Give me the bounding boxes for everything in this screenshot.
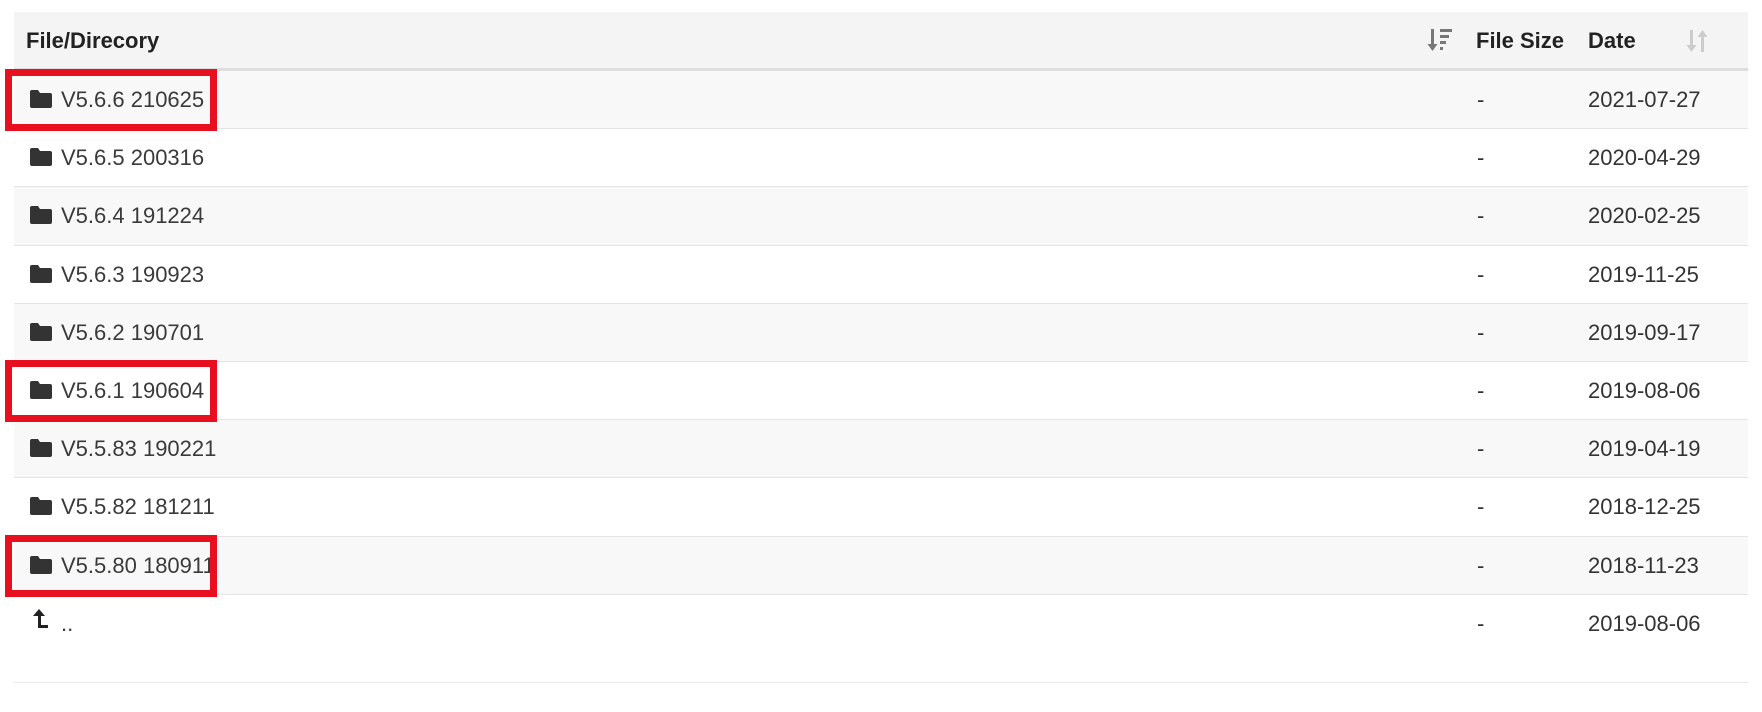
- sort-both-icon[interactable]: [1684, 26, 1712, 56]
- modified-date: 2019-09-17: [1588, 319, 1701, 345]
- modified-date: 2020-02-25: [1588, 203, 1701, 229]
- file-size: -: [1477, 319, 1485, 345]
- file-size: -: [1477, 436, 1485, 462]
- folder-icon: [29, 205, 53, 225]
- folder-name-link[interactable]: V5.5.80 180911: [61, 553, 215, 579]
- level-up-icon: [29, 608, 53, 629]
- parent-directory-link[interactable]: ..: [61, 611, 73, 637]
- folder-row[interactable]: V5.6.5 200316 - 2020-04-29: [14, 129, 1748, 188]
- folder-icon: [29, 380, 53, 400]
- folder-row[interactable]: V5.5.83 190221 - 2019-04-19: [14, 420, 1748, 479]
- folder-icon: [29, 147, 53, 167]
- folder-name-link[interactable]: V5.5.82 181211: [61, 494, 215, 520]
- modified-date: 2018-11-23: [1588, 552, 1699, 578]
- file-listing-table: File/Direcory File Size Date V5.6.6 2106…: [14, 12, 1748, 683]
- folder-name-link[interactable]: V5.6.1 190604: [61, 378, 204, 404]
- folder-icon: [29, 89, 53, 109]
- parent-directory-row[interactable]: .. - 2019-08-06: [14, 594, 1748, 683]
- folder-icon: [29, 322, 53, 342]
- file-size: -: [1477, 261, 1485, 287]
- file-size: -: [1477, 552, 1485, 578]
- modified-date: 2018-12-25: [1588, 494, 1701, 520]
- modified-date: 2020-04-29: [1588, 145, 1701, 171]
- folder-icon: [29, 555, 53, 575]
- folder-row[interactable]: V5.6.1 190604 - 2019-08-06: [14, 361, 1748, 421]
- file-size: -: [1477, 377, 1485, 403]
- file-size: -: [1477, 494, 1485, 520]
- folder-name-link[interactable]: V5.6.4 191224: [61, 203, 204, 229]
- file-rows: V5.6.6 210625 - 2021-07-27 V5.6.5 200316 - 20…: [14, 71, 1748, 683]
- modified-date: 2019-11-25: [1588, 261, 1699, 287]
- folder-name-link[interactable]: V5.6.2 190701: [61, 320, 204, 346]
- folder-name-link[interactable]: V5.6.3 190923: [61, 262, 204, 288]
- file-size: -: [1477, 203, 1485, 229]
- folder-icon: [29, 264, 53, 284]
- folder-icon: [29, 496, 53, 516]
- folder-icon: [29, 438, 53, 458]
- folder-row[interactable]: V5.6.3 190923 - 2019-11-25: [14, 245, 1748, 304]
- table-header: File/Direcory File Size Date: [14, 12, 1748, 71]
- folder-row[interactable]: V5.5.82 181211 - 2018-12-25: [14, 478, 1748, 537]
- file-size: -: [1477, 610, 1485, 636]
- folder-row[interactable]: V5.6.2 190701 - 2019-09-17: [14, 303, 1748, 362]
- folder-row[interactable]: V5.5.80 180911 - 2018-11-23: [14, 536, 1748, 595]
- file-size: -: [1477, 145, 1485, 171]
- file-size: -: [1477, 87, 1485, 112]
- date-column-header[interactable]: Date: [1588, 28, 1636, 54]
- name-column-header[interactable]: File/Direcory: [26, 28, 159, 54]
- folder-name-link[interactable]: V5.6.5 200316: [61, 145, 204, 171]
- modified-date: 2019-04-19: [1588, 436, 1701, 462]
- size-column-header[interactable]: File Size: [1476, 28, 1564, 54]
- folder-row[interactable]: V5.6.4 191224 - 2020-02-25: [14, 187, 1748, 246]
- modified-date: 2019-08-06: [1588, 610, 1701, 636]
- modified-date: 2021-07-27: [1588, 87, 1701, 112]
- modified-date: 2019-08-06: [1588, 377, 1701, 403]
- folder-name-link[interactable]: V5.5.83 190221: [61, 436, 216, 462]
- folder-row[interactable]: V5.6.6 210625 - 2021-07-27: [14, 71, 1748, 130]
- sort-amount-down-icon[interactable]: [1427, 26, 1455, 56]
- folder-name-link[interactable]: V5.6.6 210625: [61, 87, 204, 113]
- table-bottom-border: [14, 681, 1748, 683]
